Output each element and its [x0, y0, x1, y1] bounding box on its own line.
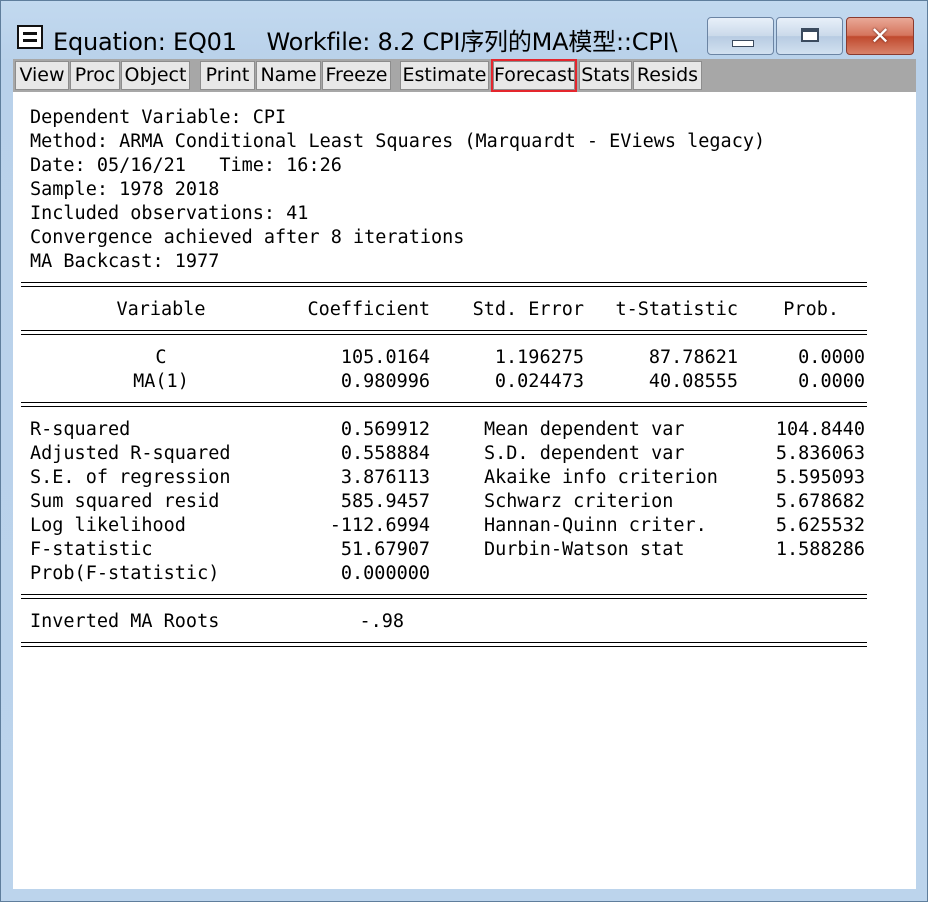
- header-std-error: Std. Error: [472, 299, 584, 320]
- stat-label: Schwarz criterion: [484, 491, 674, 512]
- stat-label: Log likelihood: [30, 515, 186, 536]
- print-button[interactable]: Print: [200, 61, 255, 90]
- maximize-icon: [801, 28, 819, 42]
- stat-value: 104.8440: [775, 419, 865, 440]
- object-button[interactable]: Object: [121, 61, 190, 90]
- stat-value: 3.876113: [340, 467, 430, 488]
- stat-label: Sum squared resid: [30, 491, 220, 512]
- sample-line: Sample: 1978 2018: [30, 179, 220, 200]
- toolbar: View Proc Object Print Name Freeze Estim…: [13, 59, 916, 92]
- coef-value: 0.980996: [340, 371, 430, 392]
- equation-window-icon[interactable]: [17, 25, 43, 49]
- stat-value: 0.569912: [340, 419, 430, 440]
- stat-value: 5.595093: [775, 467, 865, 488]
- inverted-roots-label: Inverted MA Roots: [30, 611, 220, 632]
- name-button[interactable]: Name: [256, 61, 321, 90]
- stat-label: R-squared: [30, 419, 131, 440]
- coef-t-statistic: 87.78621: [648, 347, 738, 368]
- stat-label: S.D. dependent var: [484, 443, 685, 464]
- header-variable: Variable: [116, 299, 206, 320]
- stat-value: -112.6994: [329, 515, 430, 536]
- stat-value: 585.9457: [340, 491, 430, 512]
- stat-label: Akaike info criterion: [484, 467, 718, 488]
- coef-t-statistic: 40.08555: [648, 371, 738, 392]
- resids-button[interactable]: Resids: [633, 61, 702, 90]
- stat-value: 51.67907: [340, 539, 430, 560]
- stat-value: 0.558884: [340, 443, 430, 464]
- header-prob: Prob.: [783, 299, 839, 320]
- close-icon: ✕: [869, 22, 891, 50]
- stat-label: Prob(F-statistic): [30, 563, 220, 584]
- table-divider: [21, 594, 867, 599]
- stat-value: 1.588286: [775, 539, 865, 560]
- estimation-output[interactable]: Dependent Variable: CPI Method: ARMA Con…: [13, 92, 916, 889]
- header-t-statistic: t-Statistic: [615, 299, 738, 320]
- window-title: Equation: EQ01 Workfile: 8.2 CPI序列的MA模型:…: [53, 28, 678, 56]
- observations-line: Included observations: 41: [30, 203, 309, 224]
- close-button[interactable]: ✕: [846, 17, 914, 55]
- maximize-button[interactable]: [776, 17, 843, 55]
- coef-prob: 0.0000: [798, 371, 865, 392]
- convergence-line: Convergence achieved after 8 iterations: [30, 227, 465, 248]
- coef-value: 105.0164: [340, 347, 430, 368]
- inverted-roots-value: -.98: [359, 611, 404, 632]
- stat-value: 5.625532: [775, 515, 865, 536]
- stat-value: 5.678682: [775, 491, 865, 512]
- view-button[interactable]: View: [15, 61, 69, 90]
- table-divider: [21, 402, 867, 407]
- stat-label: Mean dependent var: [484, 419, 685, 440]
- stat-label: Hannan-Quinn criter.: [484, 515, 707, 536]
- date-line: Date: 05/16/21 Time: 16:26: [30, 155, 342, 176]
- header-coefficient: Coefficient: [307, 299, 430, 320]
- table-divider: [21, 642, 867, 647]
- table-divider: [21, 282, 867, 287]
- estimate-button[interactable]: Estimate: [400, 61, 489, 90]
- coef-prob: 0.0000: [798, 347, 865, 368]
- backcast-line: MA Backcast: 1977: [30, 251, 220, 272]
- proc-button[interactable]: Proc: [70, 61, 120, 90]
- coef-std-error: 0.024473: [494, 371, 584, 392]
- stat-value: 0.000000: [340, 563, 430, 584]
- dependent-variable-line: Dependent Variable: CPI: [30, 107, 287, 128]
- minimize-icon: [732, 40, 754, 47]
- stat-label: S.E. of regression: [30, 467, 231, 488]
- freeze-button[interactable]: Freeze: [322, 61, 391, 90]
- stats-button[interactable]: Stats: [579, 61, 632, 90]
- title-bar[interactable]: Equation: EQ01 Workfile: 8.2 CPI序列的MA模型:…: [1, 1, 927, 59]
- stat-label: Adjusted R-squared: [30, 443, 231, 464]
- stat-label: F-statistic: [30, 539, 153, 560]
- stat-value: 5.836063: [775, 443, 865, 464]
- stat-label: Durbin-Watson stat: [484, 539, 685, 560]
- coef-variable: MA(1): [133, 371, 189, 392]
- coef-variable: C: [155, 347, 167, 368]
- minimize-button[interactable]: [707, 17, 774, 55]
- forecast-button[interactable]: Forecast: [491, 59, 577, 92]
- coef-std-error: 1.196275: [494, 347, 584, 368]
- equation-window: Equation: EQ01 Workfile: 8.2 CPI序列的MA模型:…: [0, 0, 928, 902]
- table-divider: [21, 330, 867, 335]
- method-line: Method: ARMA Conditional Least Squares (…: [30, 131, 766, 152]
